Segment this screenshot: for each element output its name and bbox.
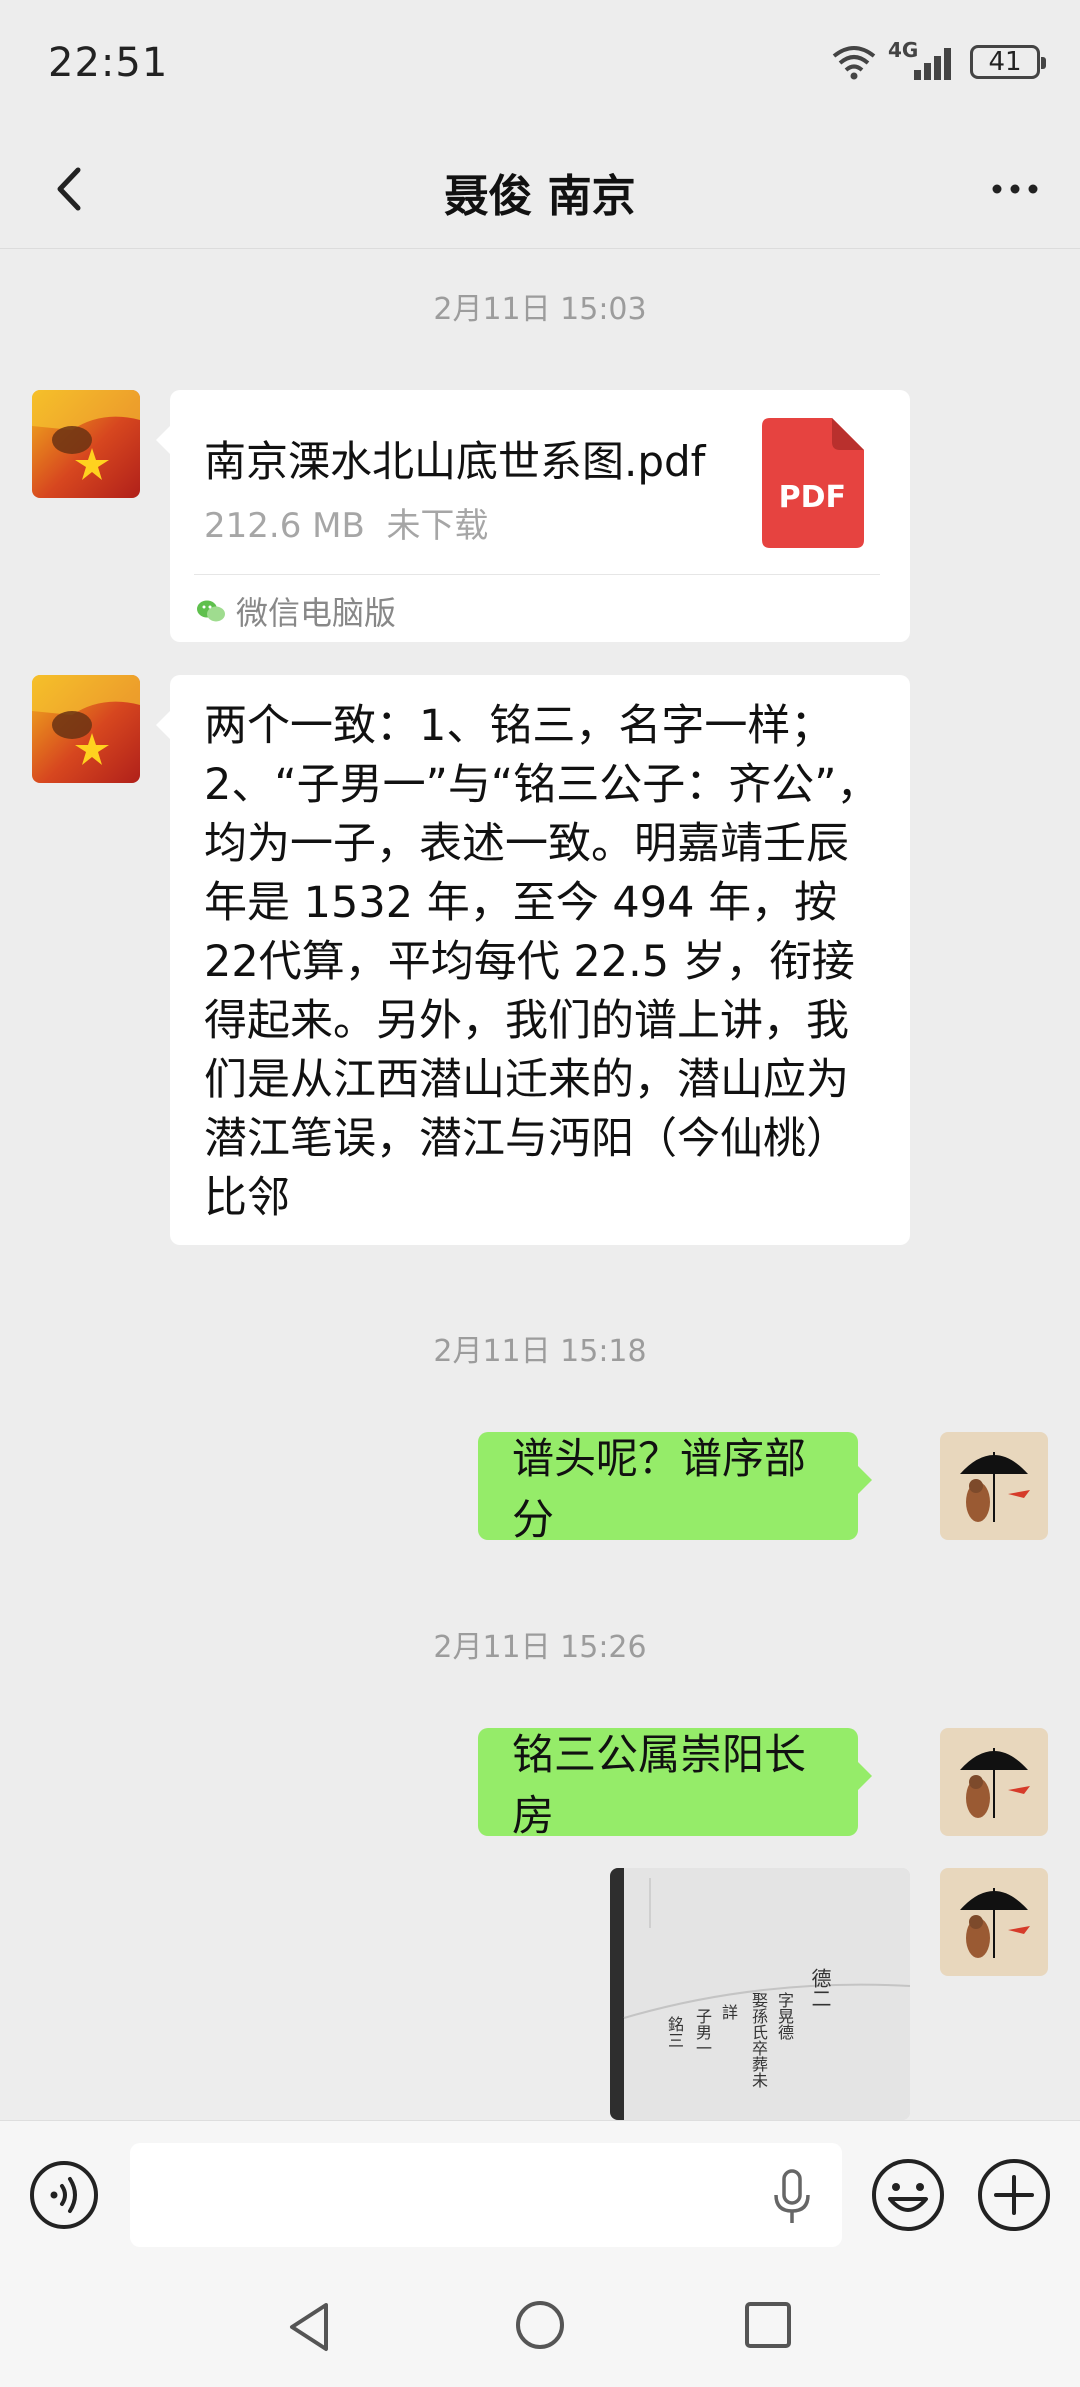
photo-text-column: 字晃德 bbox=[775, 1992, 794, 2040]
status-bar: 22:51 4G 41 bbox=[0, 0, 1080, 130]
chat-title: 聂俊 南京 bbox=[444, 171, 636, 222]
signal-icon bbox=[914, 48, 951, 80]
umbrella-figure-avatar-image bbox=[940, 1432, 1048, 1540]
message-text: 谱头呢？谱序部分 bbox=[512, 1434, 807, 1544]
contact-avatar[interactable] bbox=[32, 390, 140, 498]
wifi-icon bbox=[832, 46, 876, 80]
contact-avatar[interactable] bbox=[32, 675, 140, 783]
photo-text-column: 子男一 bbox=[693, 2008, 712, 2056]
divider bbox=[194, 574, 880, 575]
umbrella-figure-avatar-image bbox=[940, 1868, 1048, 1976]
file-source: 微信电脑版 bbox=[196, 588, 396, 634]
message-timestamp: 2月11日 15:26 bbox=[433, 1630, 647, 1665]
photo-text-column: 銘三 bbox=[665, 2016, 684, 2048]
file-source-label: 微信电脑版 bbox=[236, 594, 397, 632]
message-text: 两个一致：1、铭三，名字一样；2、“子男一”与“铭三公子：齐公”，均为一子，表述… bbox=[204, 701, 880, 1223]
flag-avatar-image bbox=[32, 675, 140, 783]
emoji-icon[interactable] bbox=[870, 2157, 946, 2233]
photo-text-column: 詳 bbox=[719, 2004, 738, 2020]
system-navigation-bar bbox=[0, 2267, 1080, 2387]
microphone-icon[interactable] bbox=[770, 2169, 814, 2225]
battery-icon: 41 bbox=[970, 45, 1046, 79]
outgoing-message-bubble[interactable]: 铭三公属崇阳长房 bbox=[478, 1728, 872, 1840]
file-download-status: 未下载 bbox=[386, 506, 489, 546]
photo-message[interactable]: 德二 字晃德 娶孫氏卒葬未 詳 子男一 銘三 bbox=[610, 1868, 910, 2120]
my-avatar[interactable] bbox=[940, 1868, 1048, 1976]
message-timestamp: 2月11日 15:18 bbox=[433, 1334, 647, 1369]
status-icons: 4G 41 bbox=[830, 38, 1046, 82]
file-name: 南京溧水北山底世系图.pdf bbox=[204, 437, 706, 486]
photo-text-column: 娶孫氏卒葬未 bbox=[749, 1992, 768, 2088]
message-input[interactable] bbox=[130, 2143, 842, 2247]
input-bar bbox=[0, 2120, 1080, 2268]
status-time: 22:51 bbox=[48, 40, 169, 86]
wechat-icon bbox=[197, 600, 225, 622]
more-options-icon[interactable] bbox=[980, 154, 1050, 224]
file-meta: 212.6 MB 未下载 bbox=[204, 498, 488, 547]
flag-avatar-image bbox=[32, 390, 140, 498]
text-message-bubble[interactable]: 两个一致：1、铭三，名字一样；2、“子男一”与“铭三公子：齐公”，均为一子，表述… bbox=[156, 675, 910, 1245]
message-timestamp: 2月11日 15:03 bbox=[433, 292, 647, 327]
umbrella-figure-avatar-image bbox=[940, 1728, 1048, 1836]
photo-text-column: 德二 bbox=[808, 1968, 832, 2008]
file-message-card[interactable]: 南京溧水北山底世系图.pdf 212.6 MB 未下载 PDF 微信电脑版 bbox=[156, 390, 910, 642]
file-size: 212.6 MB bbox=[204, 506, 365, 546]
system-home-icon[interactable] bbox=[512, 2297, 568, 2353]
plus-icon[interactable] bbox=[976, 2157, 1052, 2233]
my-avatar[interactable] bbox=[940, 1432, 1048, 1540]
system-back-icon[interactable] bbox=[282, 2299, 338, 2355]
system-recent-apps-icon[interactable] bbox=[742, 2299, 794, 2351]
message-text: 铭三公属崇阳长房 bbox=[512, 1730, 807, 1840]
voice-mode-icon[interactable] bbox=[28, 2159, 100, 2231]
outgoing-message-bubble[interactable]: 谱头呢？谱序部分 bbox=[478, 1432, 872, 1544]
my-avatar[interactable] bbox=[940, 1728, 1048, 1836]
pdf-badge: PDF bbox=[778, 480, 846, 515]
chat-header: 聂俊 南京 bbox=[0, 130, 1080, 249]
cellular-signal: 4G bbox=[888, 38, 960, 82]
